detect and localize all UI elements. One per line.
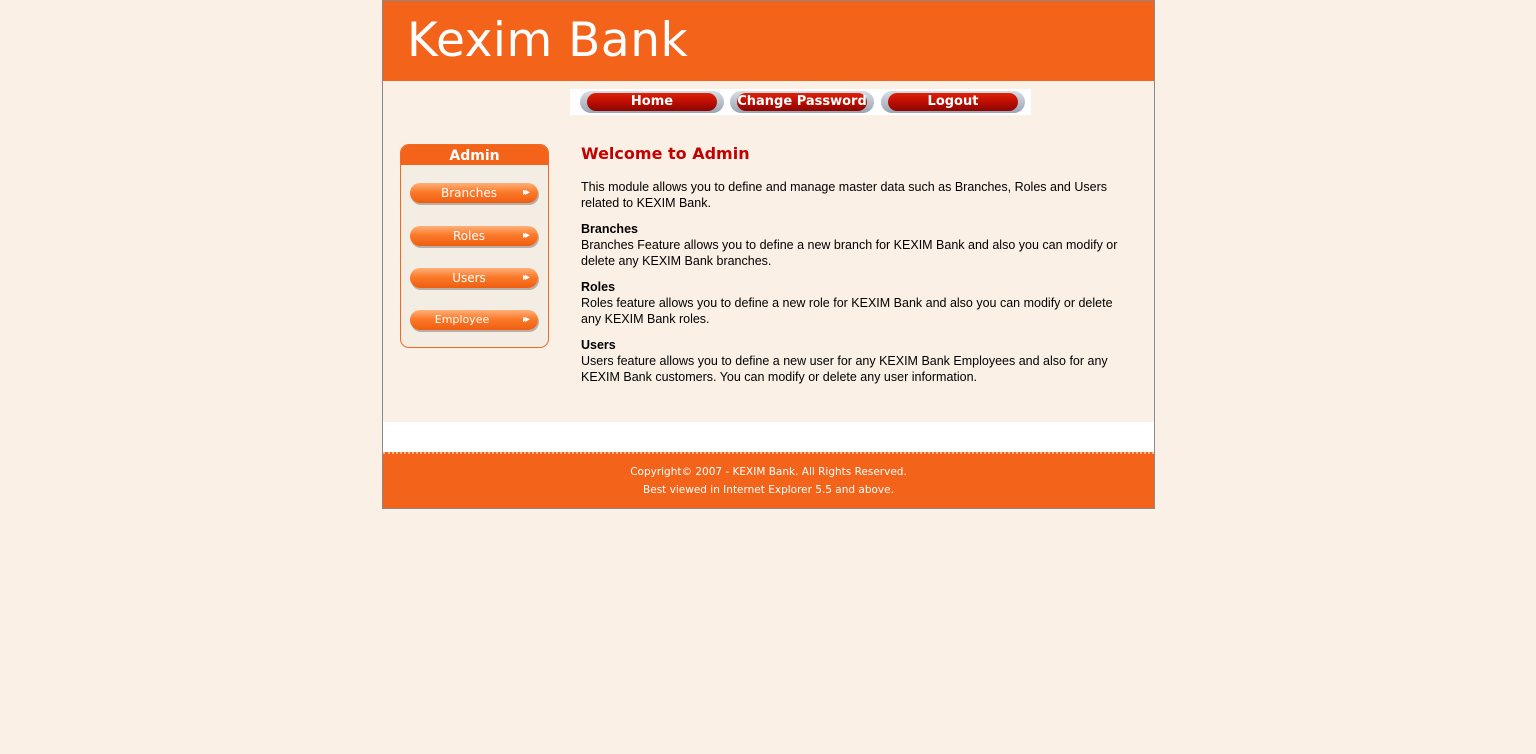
footer: Copyright© 2007 - KEXIM Bank. All Rights… <box>383 452 1154 508</box>
double-chevron-right-icon: ▸▸ <box>522 272 530 283</box>
bank-logo: Kexim Bank <box>407 13 689 68</box>
double-chevron-right-icon: ▸▸ <box>522 314 530 325</box>
users-section: Users Users feature allows you to define… <box>581 337 1121 385</box>
top-navigation: Home Change Password Logout <box>570 89 1031 115</box>
section-heading: Roles <box>581 280 616 294</box>
double-chevron-right-icon: ▸▸ <box>522 230 530 241</box>
sidebar-item-branches[interactable]: Branches ▸▸ <box>410 183 538 203</box>
page-title: Welcome to Admin <box>581 144 750 163</box>
section-heading: Branches <box>581 222 638 236</box>
section-heading: Users <box>581 338 616 352</box>
home-button[interactable]: Home <box>580 91 724 113</box>
sidebar-item-label: Users <box>452 271 486 285</box>
sidebar-item-label: Branches <box>441 186 497 200</box>
logout-button-label: Logout <box>888 93 1018 111</box>
sidebar-item-label: Roles <box>452 229 486 243</box>
home-button-label: Home <box>587 93 717 111</box>
main-content: Welcome to Admin This module allows you … <box>581 144 1121 385</box>
page-frame: Kexim Bank Home Change Password Logout A… <box>382 0 1155 509</box>
sidebar-item-label: Employee <box>434 313 490 326</box>
admin-sidebar: Admin Branches ▸▸ Roles ▸▸ Users ▸▸ Empl… <box>400 144 549 348</box>
footer-spacer <box>383 422 1154 452</box>
logout-button[interactable]: Logout <box>881 91 1025 113</box>
section-text: Roles feature allows you to define a new… <box>581 296 1113 326</box>
section-text: Users feature allows you to define a new… <box>581 354 1108 384</box>
sidebar-item-roles[interactable]: Roles ▸▸ <box>410 226 538 246</box>
branches-section: Branches Branches Feature allows you to … <box>581 221 1121 269</box>
sidebar-item-employee[interactable]: Employee ▸▸ <box>410 310 538 330</box>
sidebar-title: Admin <box>401 145 548 165</box>
intro-text: This module allows you to define and man… <box>581 180 1107 210</box>
copyright-text: Copyright© 2007 - KEXIM Bank. All Rights… <box>630 466 907 478</box>
browser-note: Best viewed in Internet Explorer 5.5 and… <box>643 484 894 496</box>
roles-section: Roles Roles feature allows you to define… <box>581 279 1121 327</box>
double-chevron-right-icon: ▸▸ <box>522 187 530 198</box>
section-text: Branches Feature allows you to define a … <box>581 238 1118 268</box>
change-password-button[interactable]: Change Password <box>730 91 874 113</box>
sidebar-item-users[interactable]: Users ▸▸ <box>410 268 538 288</box>
header-banner: Kexim Bank <box>383 1 1154 81</box>
change-password-button-label: Change Password <box>737 93 867 111</box>
